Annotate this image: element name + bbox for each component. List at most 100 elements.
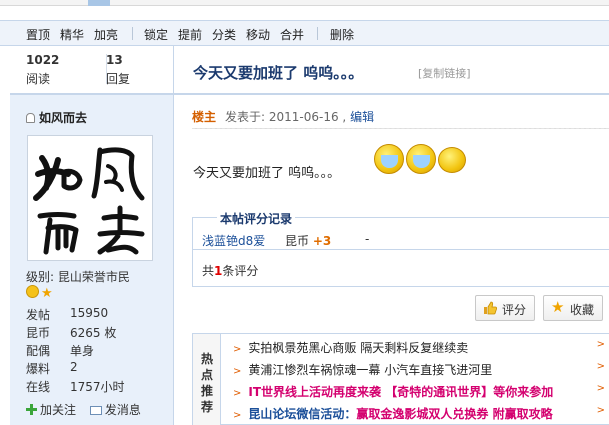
star-icon: ★ [551,298,565,316]
hot-item-text[interactable]: 实拍枫景苑黑心商贩 隔天剩料反复继续卖 [248,341,468,355]
toolbar-highlight-button[interactable]: 加亮 [94,26,118,43]
hot-list-item[interactable]: > 实拍枫景苑黑心商贩 隔天剩料反复继续卖 [233,339,468,356]
rating-user-link[interactable]: 浅蓝铯d8爱 [202,232,265,249]
arrow-right-icon: > [596,405,605,416]
arrow-right-icon: > [596,361,605,372]
mail-icon [89,406,102,415]
rating-log: 本帖评分记录 浅蓝铯d8爱 昆币 +3 - 共1条评分 [192,210,609,287]
toolbar-pin-button[interactable]: 置顶 [26,26,50,43]
info-row-coins: 昆币 6265 枚 [26,324,166,342]
hot-item-text[interactable]: 黄浦江惨烈车祸惊魂一幕 小汽车直接飞进河里 [248,363,492,377]
toolbar-bump-button[interactable]: 提前 [178,26,202,43]
send-message-button[interactable]: 发消息 [89,401,141,418]
toolbar-move-button[interactable]: 移动 [246,26,270,43]
post-meta: 发表于: 2011-06-16 , 编辑 [225,108,374,125]
hot-item-text[interactable]: 昆山论坛微信活动：赢取金逸影城双人兑换券 附赢取攻略 [248,407,552,421]
info-key: 在线 [26,380,51,394]
rating-item-name: 昆币 [285,234,310,248]
hot-item-text[interactable]: IT世界线上活动再度来袭 【奇特的通讯世界】等你来参加 [248,385,553,399]
thread-stats: 1022 阅读 13 回复 [10,46,174,93]
post-divider [192,128,609,129]
toolbar-separator [317,27,318,40]
hot-item-text-b: 赢取金逸影城双人兑换券 附赢取攻略 [356,407,553,421]
author-name-row[interactable]: 如风而去 [26,109,87,126]
hot-list-item[interactable]: > IT世界线上活动再度来袭 【奇特的通讯世界】等你来参加 [233,383,553,400]
follow-label: 加关注 [40,403,77,417]
arrow-right-icon: > [233,410,242,421]
hot-label-char: 热 [201,352,214,366]
thread-title-bar: 今天又要加班了 呜呜。。。 [复制链接] [175,46,609,93]
arrow-right-icon: > [233,388,242,399]
info-key: 配偶 [26,344,51,358]
sweating-emoji-icon [437,147,466,173]
hot-list-item[interactable]: > 昆山论坛微信活动：赢取金逸影城双人兑换券 附赢取攻略 [233,405,553,422]
rating-count: 共1条评分 [202,262,258,279]
info-value: 2 [70,360,78,374]
avatar[interactable] [27,135,153,261]
views-label: 阅读 [26,72,51,86]
level-label: 级别: [26,270,55,284]
hot-recommend-label: 热 点 推 荐 [193,334,221,425]
hot-label-char: 推 [201,384,214,398]
favorite-button[interactable]: ★ 收藏 [543,295,604,321]
toolbar-lock-button[interactable]: 锁定 [144,26,168,43]
info-row-posts: 发帖 15950 [26,306,166,324]
toolbar-separator [132,27,133,40]
author-profile: 如风而去 级别: 昆山荣誉市民 ★ 发帖 15950 昆币 6265 枚 配偶 … [10,95,174,425]
post-content-area: 楼主 发表于: 2011-06-16 , 编辑 今天又要加班了 呜呜。。。 本帖… [175,95,609,425]
rate-label: 评分 [502,303,527,317]
level-value[interactable]: 昆山荣誉市民 [58,270,130,284]
rating-item: 昆币 +3 [285,232,331,249]
toolbar-delete-button[interactable]: 删除 [330,26,354,43]
message-label: 发消息 [104,403,141,417]
info-key: 爆料 [26,362,51,376]
rating-count-prefix: 共 [202,264,215,278]
rating-reason: - [365,232,370,246]
author-name[interactable]: 如风而去 [39,111,87,125]
moderator-toolbar: 置顶 精华 加亮 锁定 提前 分类 移动 合并 删除 [0,20,609,46]
post-date: 发表于: 2011-06-16 , [225,110,347,124]
rate-button[interactable]: 评分 [475,295,536,321]
toolbar-category-button[interactable]: 分类 [212,26,236,43]
favorite-label: 收藏 [570,303,595,317]
replies-label: 回复 [106,72,131,86]
calligraphy-avatar-image [33,147,145,255]
rating-divider [193,249,609,250]
hot-list-item[interactable]: > 黄浦江惨烈车祸惊魂一幕 小汽车直接飞进河里 [233,361,492,378]
hot-label-char: 点 [201,368,214,382]
info-key: 昆币 [26,326,51,340]
star-badge-icon: ★ [41,286,53,301]
rating-title: 本帖评分记录 [217,210,296,227]
hot-item-text-a: 昆山论坛微信活动： [248,407,357,421]
rating-count-suffix: 条评分 [222,264,259,278]
page-tab-stub[interactable] [88,0,110,6]
edit-link[interactable]: 编辑 [350,110,374,124]
arrow-right-icon: > [233,344,242,355]
author-actions: 加关注 发消息 [26,401,151,418]
info-row-scoops: 爆料 2 [26,360,166,378]
crying-emoji-icon [374,144,404,174]
info-key: 发帖 [26,308,51,322]
views-count: 1022 [26,53,60,67]
top-strip [0,0,609,6]
author-info-list: 发帖 15950 昆币 6265 枚 配偶 单身 爆料 2 在线 1757小时 [26,306,166,396]
info-row-online: 在线 1757小时 [26,378,166,396]
smiley-badge-icon [26,285,39,298]
info-row-spouse: 配偶 单身 [26,342,166,360]
toolbar-digest-button[interactable]: 精华 [60,26,84,43]
plus-icon [26,404,37,415]
arrow-right-icon: > [596,383,605,394]
floor-label: 楼主 [192,110,217,124]
arrow-right-icon: > [233,366,242,377]
toolbar-merge-button[interactable]: 合并 [280,26,304,43]
hot-recommend: 热 点 推 荐 > 实拍枫景苑黑心商贩 隔天剩料反复继续卖 > 黄浦江惨烈车祸惊魂一… [192,333,609,425]
thread-title: 今天又要加班了 呜呜。。。 [193,64,364,82]
crying-emoji-icon [405,144,436,174]
info-value: 1757小时 [70,380,125,394]
rating-amount: +3 [312,234,332,248]
copy-link-button[interactable]: [复制链接] [418,65,471,81]
author-badges: ★ [26,285,53,301]
follow-button[interactable]: 加关注 [26,401,76,418]
info-value: 单身 [70,344,95,358]
post-body: 今天又要加班了 呜呜。。。 [193,166,341,181]
